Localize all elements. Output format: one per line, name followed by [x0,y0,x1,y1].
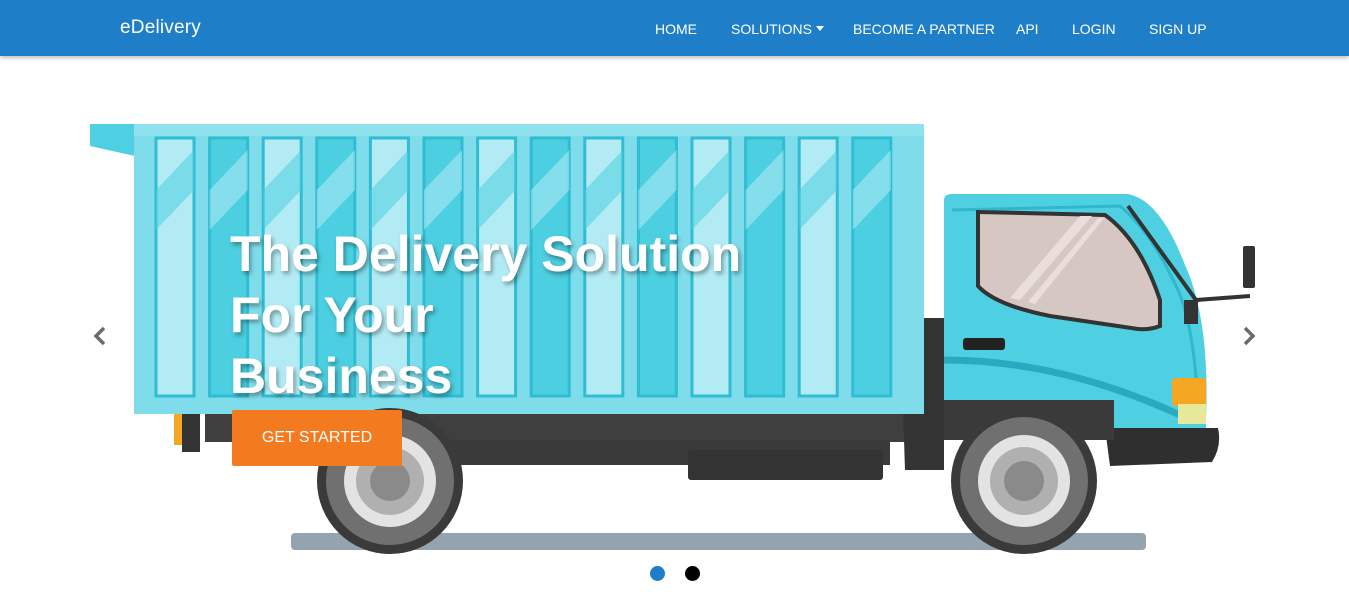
hero-carousel: The Delivery Solution For Your Business … [0,56,1349,614]
carousel-dot-2[interactable] [685,566,700,581]
carousel-dot-1[interactable] [650,566,665,581]
headline-line-3: Business [230,348,453,404]
nav-become-partner[interactable]: BECOME A PARTNER [853,21,995,37]
nav-signup[interactable]: SIGN UP [1149,21,1207,37]
brand-logo[interactable]: eDelivery [120,17,201,39]
headline-line-2: For Your [230,287,434,343]
carousel-next-button[interactable] [1236,324,1260,348]
get-started-button[interactable]: GET STARTED [232,410,402,466]
nav-solutions[interactable]: SOLUTIONS [731,21,824,37]
top-navbar: eDelivery HOME SOLUTIONS BECOME A PARTNE… [0,0,1349,56]
carousel-prev-button[interactable] [89,324,113,348]
front-wheel [951,408,1097,554]
carousel-indicators [0,566,1349,582]
nav-api[interactable]: API [1016,21,1039,37]
chevron-right-icon [1243,326,1256,346]
headline-line-1: The Delivery Solution [230,226,742,282]
chevron-left-icon [93,326,106,346]
nav-solutions-label: SOLUTIONS [731,21,812,37]
nav-login[interactable]: LOGIN [1072,21,1116,37]
hero-headline: The Delivery Solution For Your Business [230,224,750,407]
nav-home[interactable]: HOME [655,21,697,37]
caret-down-icon [815,26,824,31]
